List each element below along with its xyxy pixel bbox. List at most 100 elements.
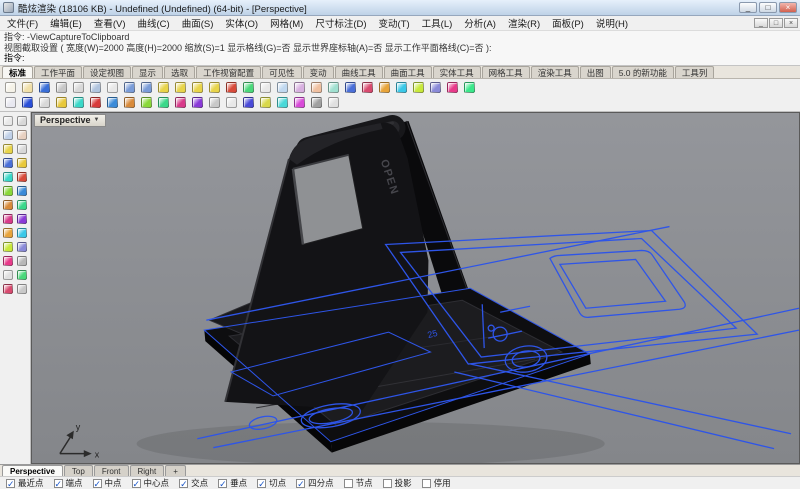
solid-tools-icon[interactable] xyxy=(15,198,29,212)
object-properties-icon[interactable] xyxy=(444,80,461,95)
rotate-tool-icon[interactable] xyxy=(15,128,29,142)
curve-tools-icon[interactable] xyxy=(1,142,15,156)
print-icon[interactable] xyxy=(53,80,70,95)
toolbar-group-tab-1[interactable]: 工作平面 xyxy=(34,66,82,78)
toolbar-group-tab-10[interactable]: 实体工具 xyxy=(433,66,481,78)
toolbar-group-tab-3[interactable]: 显示 xyxy=(132,66,163,78)
fillet-tool-icon[interactable] xyxy=(1,240,15,254)
menu-item-4[interactable]: 曲面(S) xyxy=(176,16,220,30)
render-tools-icon[interactable] xyxy=(1,282,15,296)
box-icon[interactable] xyxy=(121,95,138,110)
toolbar-group-tab-2[interactable]: 设定视图 xyxy=(83,66,131,78)
menu-item-3[interactable]: 曲线(C) xyxy=(131,16,175,30)
toolbar-group-tab-14[interactable]: 5.0 的新功能 xyxy=(612,66,674,78)
circle-icon[interactable] xyxy=(53,95,70,110)
copy-object-icon[interactable] xyxy=(291,80,308,95)
menu-item-0[interactable]: 文件(F) xyxy=(1,16,44,30)
toolbar-group-tab-13[interactable]: 出图 xyxy=(580,66,611,78)
menu-item-12[interactable]: 面板(P) xyxy=(546,16,590,30)
cut-icon[interactable] xyxy=(70,80,87,95)
menu-item-13[interactable]: 说明(H) xyxy=(590,16,634,30)
help-icon[interactable] xyxy=(461,80,478,95)
viewport-title-tab[interactable]: Perspective ▼ xyxy=(34,114,106,127)
doc-restore-button[interactable]: □ xyxy=(769,18,783,28)
rectangle-icon[interactable] xyxy=(87,95,104,110)
explode-tool-icon[interactable] xyxy=(1,226,15,240)
doc-minimize-button[interactable]: _ xyxy=(754,18,768,28)
menu-item-7[interactable]: 尺寸标注(D) xyxy=(309,16,372,30)
menu-item-10[interactable]: 分析(A) xyxy=(458,16,502,30)
osnap-item-8[interactable]: 节点 xyxy=(344,477,373,489)
toolbar-group-tab-7[interactable]: 变动 xyxy=(303,66,334,78)
menu-item-9[interactable]: 工具(L) xyxy=(416,16,459,30)
zoom-dynamic-icon[interactable] xyxy=(172,80,189,95)
split-icon[interactable] xyxy=(410,80,427,95)
mesh-tools-icon[interactable] xyxy=(1,212,15,226)
layer-tool-icon[interactable] xyxy=(15,282,29,296)
osnap-item-3[interactable]: ✓中心点 xyxy=(132,477,170,489)
paste-icon[interactable] xyxy=(104,80,121,95)
viewport-tab-[interactable]: + xyxy=(165,465,186,476)
loft-icon[interactable] xyxy=(257,95,274,110)
analyze-tools-icon[interactable] xyxy=(15,268,29,282)
text-tool-icon[interactable] xyxy=(1,268,15,282)
single-point-icon[interactable] xyxy=(2,95,19,110)
surface-tools-icon[interactable] xyxy=(1,198,15,212)
menu-item-6[interactable]: 网格(M) xyxy=(264,16,309,30)
menu-item-5[interactable]: 实体(O) xyxy=(219,16,264,30)
toolbar-group-tab-12[interactable]: 渲染工具 xyxy=(531,66,579,78)
open-file-icon[interactable] xyxy=(19,80,36,95)
freeform-curve-icon[interactable] xyxy=(15,184,29,198)
rotate-object-icon[interactable] xyxy=(308,80,325,95)
osnap-item-4[interactable]: ✓交点 xyxy=(179,477,208,489)
boolean-difference-icon[interactable] xyxy=(172,95,189,110)
rotate-view-icon[interactable] xyxy=(223,80,240,95)
chamfer-icon[interactable] xyxy=(206,95,223,110)
sweep-icon[interactable] xyxy=(274,95,291,110)
viewport-tab-top[interactable]: Top xyxy=(64,465,93,476)
toolbar-group-tab-15[interactable]: 工具列 xyxy=(675,66,715,78)
toolbar-group-tab-9[interactable]: 曲面工具 xyxy=(384,66,432,78)
cylinder-icon[interactable] xyxy=(138,95,155,110)
menu-item-11[interactable]: 渲染(R) xyxy=(502,16,546,30)
cage-edit-icon[interactable] xyxy=(291,95,308,110)
dimension-tool-icon[interactable] xyxy=(15,254,29,268)
transform-tools-icon[interactable] xyxy=(1,254,15,268)
dimension-icon[interactable] xyxy=(308,95,325,110)
minimize-button[interactable]: _ xyxy=(739,2,757,13)
toolbar-group-tab-0[interactable]: 标准 xyxy=(2,66,33,78)
toolbar-group-tab-4[interactable]: 选取 xyxy=(164,66,195,78)
text-object-icon[interactable] xyxy=(325,95,342,110)
explode-icon[interactable] xyxy=(376,80,393,95)
select-icon[interactable] xyxy=(1,114,15,128)
osnap-item-10[interactable]: 停用 xyxy=(422,477,451,489)
move-tool-icon[interactable] xyxy=(1,128,15,142)
group-icon[interactable] xyxy=(427,80,444,95)
circle-tool-icon[interactable] xyxy=(15,156,29,170)
array-tool-icon[interactable] xyxy=(15,240,29,254)
toolbar-group-tab-6[interactable]: 可见性 xyxy=(262,66,302,78)
osnap-item-1[interactable]: ✓端点 xyxy=(54,477,83,489)
osnap-item-6[interactable]: ✓切点 xyxy=(257,477,286,489)
control-point-curve-icon[interactable] xyxy=(36,95,53,110)
join-tool-icon[interactable] xyxy=(15,212,29,226)
trim-icon[interactable] xyxy=(393,80,410,95)
osnap-item-9[interactable]: 投影 xyxy=(383,477,412,489)
join-icon[interactable] xyxy=(359,80,376,95)
boolean-union-icon[interactable] xyxy=(155,95,172,110)
polygon-tool-icon[interactable] xyxy=(1,184,15,198)
polyline-icon[interactable] xyxy=(19,95,36,110)
osnap-item-5[interactable]: ✓垂点 xyxy=(218,477,247,489)
doc-close-button[interactable]: × xyxy=(784,18,798,28)
move-icon[interactable] xyxy=(274,80,291,95)
menu-item-8[interactable]: 变动(T) xyxy=(373,16,416,30)
arc-icon[interactable] xyxy=(70,95,87,110)
mirror-icon[interactable] xyxy=(342,80,359,95)
zoom-extents-icon[interactable] xyxy=(206,80,223,95)
pan-view-icon[interactable] xyxy=(155,80,172,95)
new-file-icon[interactable] xyxy=(2,80,19,95)
close-button[interactable]: × xyxy=(779,2,797,13)
toolbar-group-tab-5[interactable]: 工作视窗配置 xyxy=(196,66,261,78)
zoom-window-icon[interactable] xyxy=(189,80,206,95)
scale-object-icon[interactable] xyxy=(325,80,342,95)
